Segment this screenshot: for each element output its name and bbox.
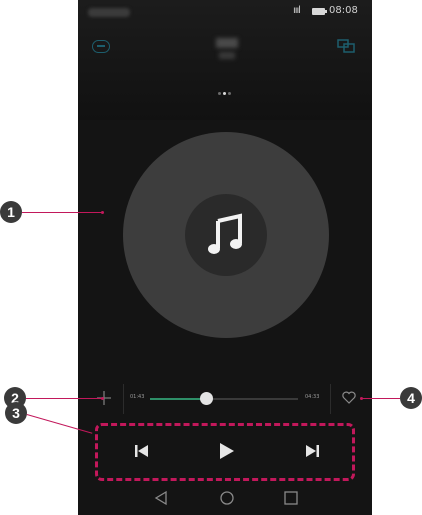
callout-leader-4 [362,398,400,399]
page-dot [228,92,231,95]
callout-badge-4: 4 [400,387,422,409]
divider [123,384,124,414]
nav-recents-icon[interactable] [283,490,299,506]
system-navigation-bar [78,482,372,515]
signal-icon: ıııl [293,5,301,16]
playback-controls-highlight [95,423,355,481]
music-note-icon [208,213,242,254]
callout-leader-2 [26,398,102,399]
callout-leader-dot-2 [101,397,104,400]
seek-bar-thumb[interactable] [200,392,214,405]
page-indicator [217,82,232,100]
album-art-disc[interactable] [123,132,329,338]
callout-badge-3: 3 [5,402,27,424]
seek-bar[interactable] [150,392,298,405]
artist-name-blurred [219,52,235,59]
album-art-center [185,194,267,276]
callout-badge-1: 1 [0,201,22,223]
callout-leader-dot-1 [101,211,104,214]
callout-leader-1 [22,212,102,213]
song-title-blurred [216,38,238,48]
back-icon[interactable] [92,40,110,53]
callout-leader-dot-4 [360,397,363,400]
carrier-name-blurred [88,8,130,17]
total-time: 04:33 [305,394,320,400]
favorite-heart-icon[interactable] [342,391,356,404]
nav-back-icon[interactable] [153,490,169,506]
share-icon[interactable] [337,39,355,53]
status-clock: 08:08 [329,5,358,16]
nav-home-icon[interactable] [219,490,235,506]
seek-bar-fill [150,398,207,400]
page-dot [218,92,221,95]
header-background [78,0,372,120]
page-dot-active [223,92,226,95]
elapsed-time: 01:43 [130,394,145,400]
divider [330,384,331,414]
battery-icon [312,8,327,15]
progress-row: 01:43 04:33 [78,382,372,416]
